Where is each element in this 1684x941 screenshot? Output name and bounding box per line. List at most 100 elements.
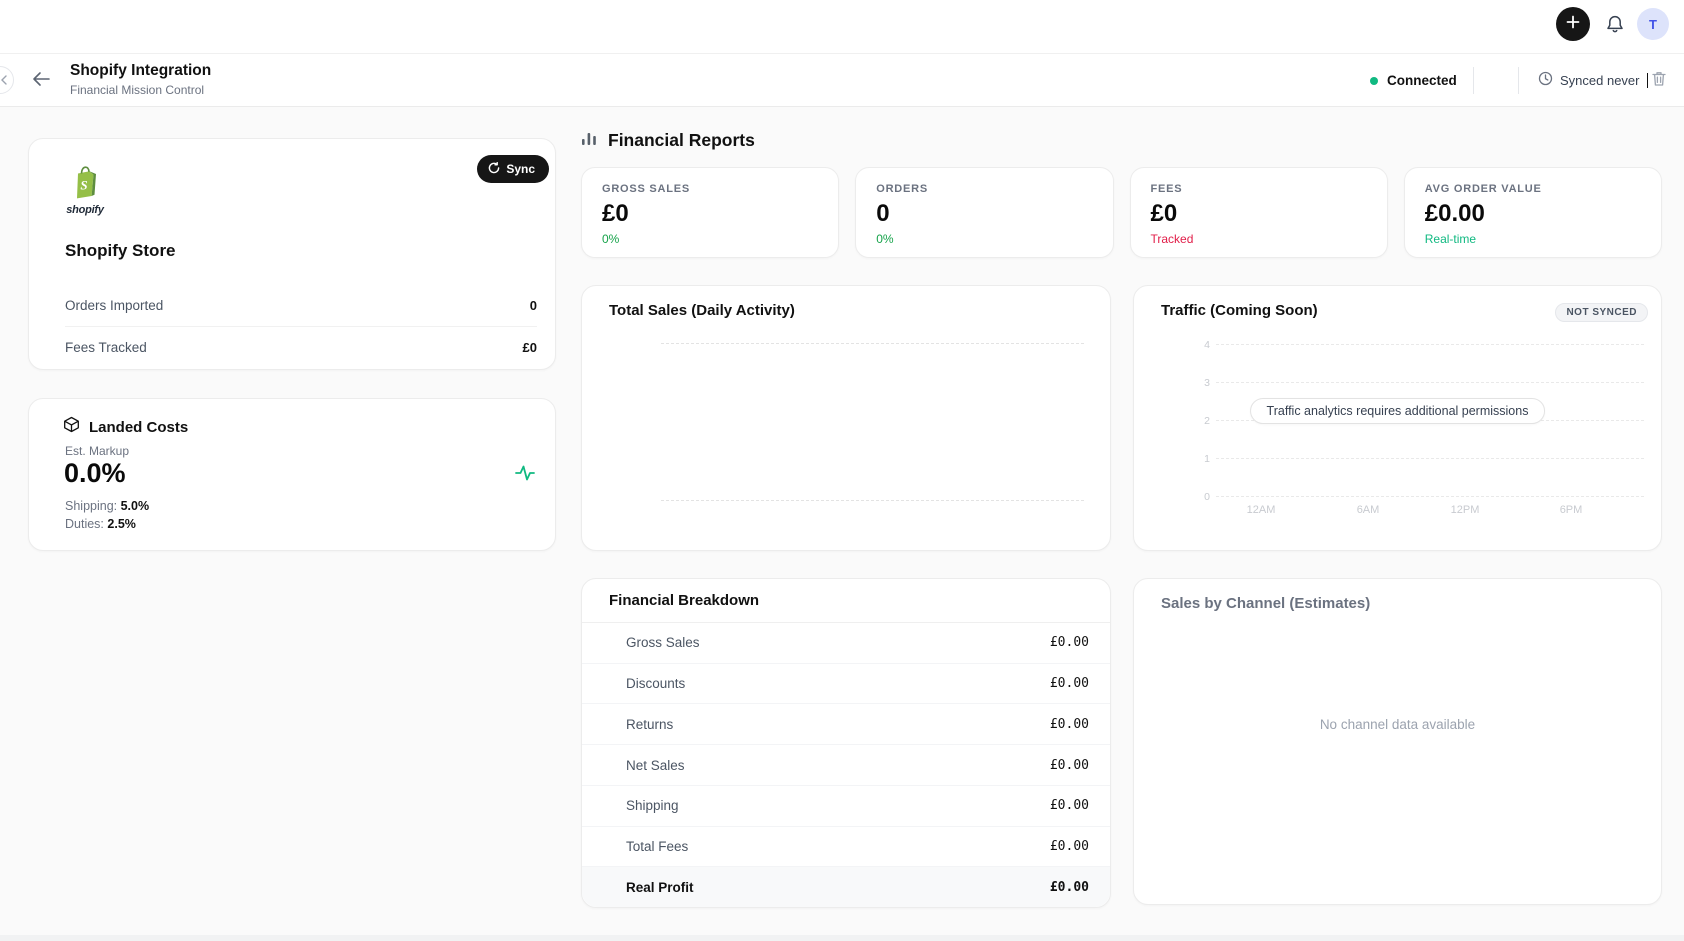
store-stats: Orders Imported 0 Fees Tracked £0 <box>65 285 537 367</box>
store-stat-row: Orders Imported 0 <box>65 285 537 326</box>
stat-card-gross-sales: GROSS SALES £0 0% <box>581 167 840 258</box>
table-row: Net Sales £0.00 <box>582 744 1110 785</box>
row-value: £0.00 <box>1049 798 1089 814</box>
row-label: Shipping <box>626 798 679 814</box>
chart-grid-row: 3 <box>1134 377 1644 394</box>
financial-breakdown-panel: Financial Breakdown Gross Sales £0.00 Di… <box>581 578 1111 908</box>
permissions-message: Traffic analytics requires additional pe… <box>1249 398 1546 424</box>
user-avatar[interactable]: T <box>1637 8 1669 40</box>
plus-icon <box>1565 14 1581 35</box>
empty-state-message: No channel data available <box>1319 717 1476 732</box>
chart-grid-row: 4 <box>1134 339 1644 356</box>
sync-button[interactable]: Sync <box>477 155 549 183</box>
sales-by-channel-panel: Sales by Channel (Estimates) No channel … <box>1133 578 1662 905</box>
stat-sub: Real-time <box>1424 232 1477 246</box>
activity-icon <box>515 463 535 488</box>
header-divider <box>1473 67 1474 94</box>
x-axis-tick: 12AM <box>1246 504 1276 516</box>
package-icon <box>63 416 80 438</box>
create-button[interactable] <box>1556 7 1590 41</box>
stat-row-label: Fees Tracked <box>65 339 147 355</box>
stat-label: FEES <box>1150 183 1183 195</box>
landed-costs-card: Landed Costs Est. Markup 0.0% Shipping: … <box>28 398 556 551</box>
row-label: Gross Sales <box>626 635 700 651</box>
channels-title: Sales by Channel (Estimates) <box>1161 595 1371 612</box>
total-sales-panel: Total Sales (Daily Activity) <box>581 285 1111 551</box>
financial-reports-header: Financial Reports <box>581 130 755 151</box>
stats-row: GROSS SALES £0 0% ORDERS 0 0% FEES £0 Tr… <box>581 167 1662 258</box>
row-label: Total Fees <box>626 838 689 854</box>
table-row: Returns £0.00 <box>582 703 1110 744</box>
shopify-wordmark: shopify <box>66 204 104 216</box>
total-sales-title: Total Sales (Daily Activity) <box>609 302 795 319</box>
y-axis-tick: 4 <box>1204 339 1210 351</box>
stat-value: £0 <box>1150 200 1178 227</box>
stat-label: GROSS SALES <box>602 183 690 195</box>
page-title: Shopify Integration <box>70 62 212 79</box>
refresh-icon <box>488 161 500 177</box>
sidebar-collapse-button[interactable] <box>0 66 14 94</box>
gridline <box>1216 382 1644 383</box>
store-stat-row: Fees Tracked £0 <box>65 326 537 367</box>
page-titles: Shopify Integration Financial Mission Co… <box>70 62 211 97</box>
stat-row-value: 0 <box>529 298 537 313</box>
stat-sub: 0% <box>602 232 620 246</box>
header-divider <box>1518 67 1519 94</box>
stat-value: £0 <box>602 200 629 227</box>
back-button[interactable] <box>30 70 52 92</box>
svg-text:S: S <box>80 178 87 193</box>
shipping-detail: Shipping: 5.0% <box>65 499 149 513</box>
status-label: Connected <box>1387 73 1457 88</box>
chevron-left-icon <box>0 73 8 88</box>
topbar: T <box>0 0 1684 54</box>
table-row: Gross Sales £0.00 <box>582 623 1110 663</box>
gridline <box>661 500 1084 501</box>
gridline <box>1216 458 1644 459</box>
landed-costs-title: Landed Costs <box>89 418 189 436</box>
page-subtitle: Financial Mission Control <box>70 83 205 97</box>
markup-label: Est. Markup <box>65 444 130 458</box>
synced-status: Synced never <box>1538 54 1648 107</box>
table-row: Total Fees £0.00 <box>582 825 1110 867</box>
shopify-store-card: S shopify Sync Shopify Store Orders Impo… <box>28 138 556 370</box>
clock-icon <box>1538 71 1553 91</box>
stat-row-value: £0 <box>522 339 537 355</box>
y-axis-tick: 2 <box>1204 415 1210 427</box>
bar-chart-icon <box>581 130 598 151</box>
stat-sub: 0% <box>876 232 894 246</box>
store-card-title: Shopify Store <box>65 241 176 260</box>
window-bottom-edge <box>0 935 1684 941</box>
table-row-total: Real Profit £0.00 <box>582 866 1110 908</box>
row-value: £0.00 <box>1049 879 1089 895</box>
row-label: Net Sales <box>626 757 685 773</box>
synced-label: Synced never <box>1560 73 1640 88</box>
x-axis-tick: 6PM <box>1559 504 1583 516</box>
row-value: £0.00 <box>1049 716 1089 732</box>
stat-card-fees: FEES £0 Tracked <box>1129 167 1388 258</box>
stat-label: AVG ORDER VALUE <box>1424 183 1542 195</box>
y-axis-tick: 1 <box>1204 453 1210 465</box>
content-area: S shopify Sync Shopify Store Orders Impo… <box>0 107 1684 941</box>
row-label: Returns <box>626 716 674 732</box>
breakdown-title: Financial Breakdown <box>582 579 1110 623</box>
connection-status: Connected <box>1370 54 1457 107</box>
breakdown-table: Gross Sales £0.00 Discounts £0.00 Return… <box>582 623 1110 908</box>
table-row: Shipping £0.00 <box>582 784 1110 826</box>
traffic-panel: Traffic (Coming Soon) NOT SYNCED 4 3 2 1… <box>1133 285 1662 551</box>
y-axis-tick: 0 <box>1204 491 1210 503</box>
row-label: Discounts <box>626 676 686 692</box>
status-dot <box>1370 76 1378 85</box>
row-value: £0.00 <box>1049 838 1089 854</box>
stat-card-orders: ORDERS 0 0% <box>855 167 1114 258</box>
stat-value: 0 <box>876 200 890 227</box>
stat-label: ORDERS <box>876 183 928 195</box>
landed-costs-header: Landed Costs <box>63 416 188 438</box>
gridline <box>661 343 1084 344</box>
delete-integration-button[interactable] <box>1648 70 1670 92</box>
page-header: Shopify Integration Financial Mission Co… <box>0 54 1684 107</box>
stat-sub: Tracked <box>1150 232 1194 246</box>
notifications-button[interactable] <box>1602 13 1628 41</box>
row-value: £0.00 <box>1049 635 1089 651</box>
section-title: Financial Reports <box>608 130 755 150</box>
stat-card-avg-order-value: AVG ORDER VALUE £0.00 Real-time <box>1403 167 1662 258</box>
